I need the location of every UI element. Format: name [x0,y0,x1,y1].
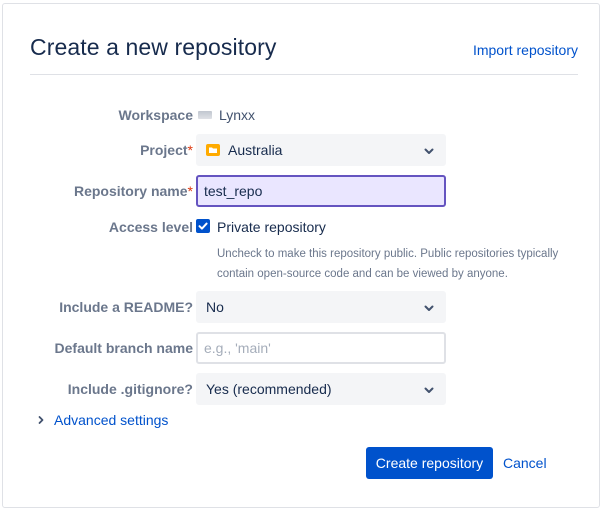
chevron-down-icon [424,387,434,393]
page-title: Create a new repository [30,34,277,60]
project-select-value: Australia [228,142,283,158]
access-level-label: Access level [108,219,193,235]
gitignore-select[interactable]: Yes (recommended) [196,373,446,405]
repository-name-label-text: Repository name [73,183,188,199]
readme-label: Include a README? [59,299,193,315]
project-label: Project* [140,142,193,158]
advanced-settings-toggle[interactable]: Advanced settings [36,412,168,428]
workspace-name: Lynxx [219,107,256,123]
repository-name-input[interactable] [196,175,446,207]
workspace-value: Lynxx [198,107,255,123]
cancel-button[interactable]: Cancel [500,447,550,479]
project-label-text: Project [140,142,188,158]
chevron-down-icon [424,148,434,154]
project-select[interactable]: Australia [196,134,446,166]
repository-name-label: Repository name* [74,183,193,199]
import-repository-link[interactable]: Import repository [473,42,578,58]
default-branch-label: Default branch name [54,340,193,356]
folder-icon [206,144,220,156]
required-mark: * [187,142,193,158]
gitignore-label: Include .gitignore? [67,381,193,397]
chevron-down-icon [424,305,434,311]
create-repository-button[interactable]: Create repository [366,447,493,479]
checkmark-icon [198,222,208,230]
readme-select[interactable]: No [196,291,446,323]
private-repository-checkbox[interactable] [196,219,210,233]
chevron-right-icon [38,416,44,424]
page-header: Create a new repository Import repositor… [30,34,578,75]
readme-select-value: No [206,299,224,315]
gitignore-select-value: Yes (recommended) [206,381,332,397]
access-level-help-text: Uncheck to make this repository public. … [217,248,559,280]
default-branch-input[interactable] [196,332,446,364]
private-repository-label[interactable]: Private repository [217,219,326,235]
workspace-avatar [198,111,212,119]
required-mark: * [187,183,193,199]
workspace-label: Workspace [118,107,193,123]
advanced-settings-label: Advanced settings [54,412,169,428]
